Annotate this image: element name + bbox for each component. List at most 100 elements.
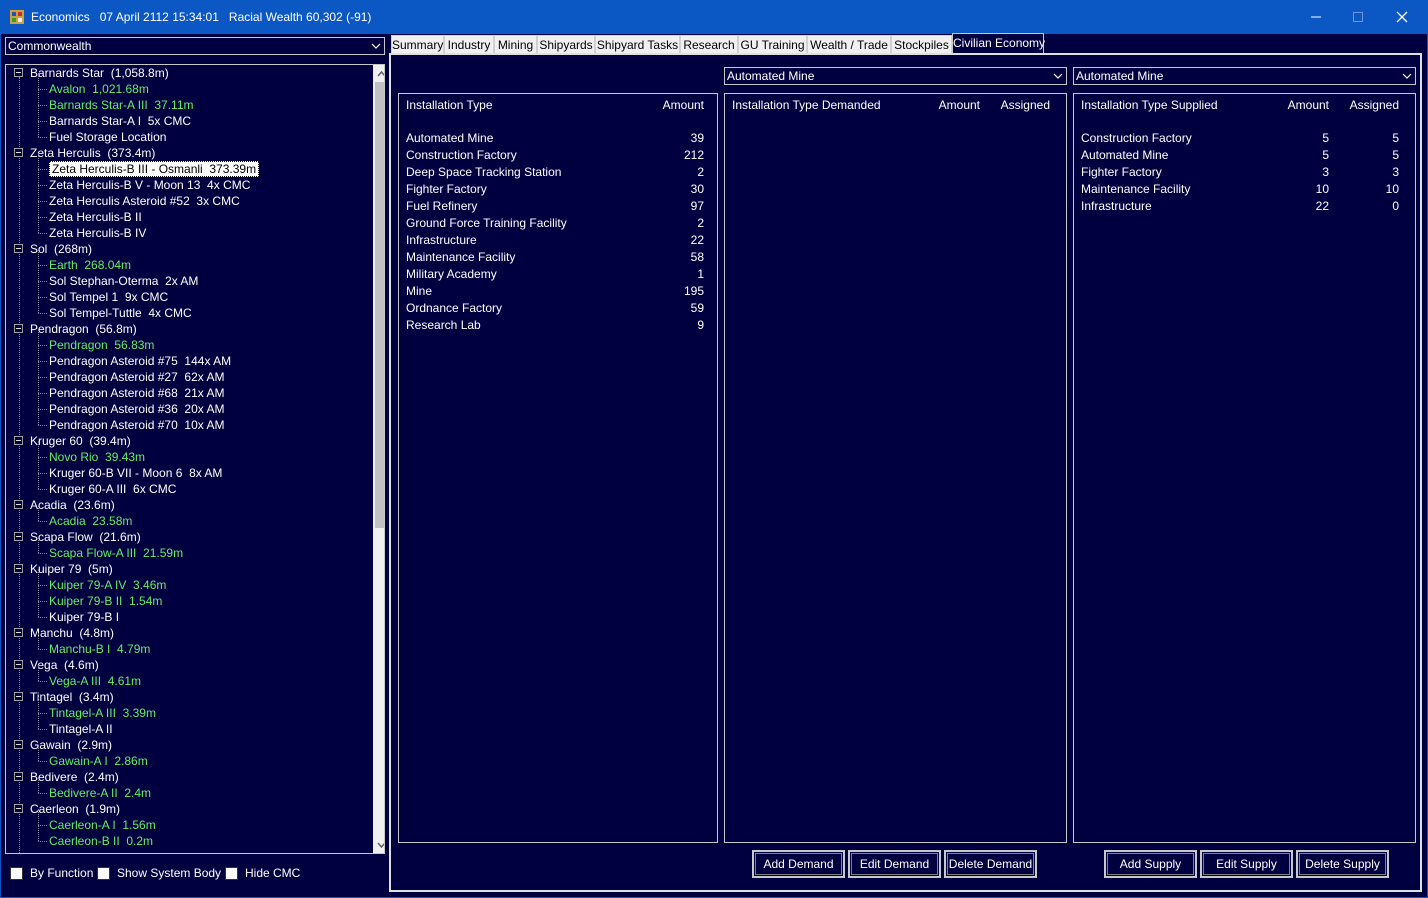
- collapse-icon[interactable]: [14, 532, 23, 541]
- tree-population-node[interactable]: Barnards Star-A III 37.11m: [49, 97, 194, 113]
- supplied-list[interactable]: Installation Type Supplied Amount Assign…: [1073, 93, 1416, 843]
- tab-wealth-trade[interactable]: Wealth / Trade: [807, 35, 891, 54]
- tree-population-node[interactable]: Zeta Herculis Asteroid #52 3x CMC: [49, 193, 240, 209]
- tab-industry[interactable]: Industry: [444, 35, 494, 54]
- collapse-icon[interactable]: [14, 772, 23, 781]
- supply-installation-select[interactable]: Automated Mine: [1073, 67, 1416, 85]
- collapse-icon[interactable]: [14, 692, 23, 701]
- tree-system-node[interactable]: Bedivere (2.4m): [30, 769, 119, 785]
- tree-population-node[interactable]: Novo Rio 39.43m: [49, 449, 145, 465]
- tab-shipyards[interactable]: Shipyards: [537, 35, 595, 54]
- collapse-icon[interactable]: [14, 436, 23, 445]
- close-button[interactable]: [1388, 6, 1416, 28]
- show-system-body-checkbox[interactable]: [97, 866, 110, 880]
- collapse-icon[interactable]: [14, 324, 23, 333]
- tree-population-node[interactable]: Gawain-A I 2.86m: [49, 753, 148, 769]
- by-function-checkbox[interactable]: [10, 866, 23, 880]
- tree-scrollbar[interactable]: [373, 65, 384, 853]
- add-supply-button[interactable]: Add Supply: [1104, 850, 1197, 878]
- tree-system-node[interactable]: Tintagel (3.4m): [30, 689, 114, 705]
- tree-population-node[interactable]: Zeta Herculis-B V - Moon 13 4x CMC: [49, 177, 250, 193]
- tab-civilian-economy[interactable]: Civilian Economy: [952, 33, 1045, 55]
- collapse-icon[interactable]: [14, 500, 23, 509]
- tree-population-node[interactable]: Manchu-B I 4.79m: [49, 641, 150, 657]
- tree-population-node[interactable]: Pendragon Asteroid #68 21x AM: [49, 385, 224, 401]
- tree-system-node[interactable]: Gawain (2.9m): [30, 737, 112, 753]
- collapse-icon[interactable]: [14, 660, 23, 669]
- tree-population-node[interactable]: Sol Tempel-Tuttle 4x CMC: [49, 305, 192, 321]
- tree-system-node[interactable]: Pendragon (56.8m): [30, 321, 137, 337]
- tree-system-node[interactable]: Caerleon (1.9m): [30, 801, 120, 817]
- minimize-button[interactable]: [1302, 6, 1330, 28]
- delete-demand-button[interactable]: Delete Demand: [944, 850, 1037, 878]
- race-select[interactable]: Commonwealth: [5, 37, 385, 55]
- tree-population-node[interactable]: Acadia 23.58m: [49, 513, 132, 529]
- tree-connector: [38, 713, 39, 729]
- tree-population-node[interactable]: Kruger 60-B VII - Moon 6 8x AM: [49, 465, 222, 481]
- tree-population-node[interactable]: Kruger 60-A III 6x CMC: [49, 481, 176, 497]
- collapse-icon[interactable]: [14, 148, 23, 157]
- show-system-body-option[interactable]: Show System Body: [97, 866, 221, 880]
- tree-population-node[interactable]: Zeta Herculis-B IV: [49, 225, 146, 241]
- tree-system-node[interactable]: Scapa Flow (21.6m): [30, 529, 141, 545]
- scrollbar-thumb[interactable]: [375, 82, 384, 528]
- tree-population-node[interactable]: Zeta Herculis-B III - Osmanli 373.39m: [49, 161, 260, 177]
- tab-summary[interactable]: Summary: [391, 35, 444, 54]
- tree-population-node[interactable]: Pendragon Asteroid #70 10x AM: [49, 417, 224, 433]
- tree-population-node[interactable]: Earth 268.04m: [49, 257, 131, 273]
- edit-demand-button[interactable]: Edit Demand: [848, 850, 941, 878]
- tab-mining[interactable]: Mining: [494, 35, 537, 54]
- add-demand-button[interactable]: Add Demand: [752, 850, 845, 878]
- by-function-option[interactable]: By Function: [10, 866, 93, 880]
- tree-system-node[interactable]: Barnards Star (1,058.8m): [30, 65, 169, 81]
- collapse-icon[interactable]: [14, 564, 23, 573]
- tree-system-node[interactable]: Kruger 60 (39.4m): [30, 433, 131, 449]
- tree-population-node[interactable]: Caerleon-B II 0.2m: [49, 833, 153, 849]
- scroll-down-icon[interactable]: [373, 836, 384, 853]
- tree-population-node[interactable]: Pendragon Asteroid #75 144x AM: [49, 353, 231, 369]
- tree-system-node[interactable]: Acadia (23.6m): [30, 497, 115, 513]
- tree-population-node[interactable]: Bedivere-A II 2.4m: [49, 785, 151, 801]
- tree-population-node[interactable]: Scapa Flow-A III 21.59m: [49, 545, 183, 561]
- tab-research[interactable]: Research: [680, 35, 738, 54]
- tree-population-node[interactable]: Tintagel-A III 3.39m: [49, 705, 156, 721]
- tree-system-node[interactable]: Vega (4.6m): [30, 657, 99, 673]
- collapse-icon[interactable]: [14, 804, 23, 813]
- scroll-up-icon[interactable]: [373, 65, 384, 82]
- tree-population-node[interactable]: Sol Tempel 1 9x CMC: [49, 289, 168, 305]
- collapse-icon[interactable]: [14, 740, 23, 749]
- collapse-icon[interactable]: [14, 628, 23, 637]
- collapse-icon[interactable]: [14, 244, 23, 253]
- tree-population-node[interactable]: Tintagel-A II: [49, 721, 113, 737]
- tree-population-node[interactable]: Zeta Herculis-B II: [49, 209, 142, 225]
- tab-shipyard-tasks[interactable]: Shipyard Tasks: [595, 35, 680, 54]
- collapse-icon[interactable]: [14, 68, 23, 77]
- tree-population-node[interactable]: Caerleon-A I 1.56m: [49, 817, 156, 833]
- hide-cmc-option[interactable]: Hide CMC: [225, 866, 300, 880]
- tree-population-node[interactable]: Kuiper 79-B I: [49, 609, 119, 625]
- tree-system-node[interactable]: Sol (268m): [30, 241, 92, 257]
- tab-stockpiles[interactable]: Stockpiles: [891, 35, 952, 54]
- maximize-button[interactable]: [1344, 6, 1372, 28]
- tree-population-node[interactable]: Sol Stephan-Oterma 2x AM: [49, 273, 198, 289]
- tree-population-node[interactable]: Kuiper 79-A IV 3.46m: [49, 577, 166, 593]
- tree-population-node[interactable]: Pendragon Asteroid #36 20x AM: [49, 401, 224, 417]
- demanded-list[interactable]: Installation Type Demanded Amount Assign…: [724, 93, 1067, 843]
- tree-population-node[interactable]: Pendragon 56.83m: [49, 337, 154, 353]
- population-tree[interactable]: Barnards Star (1,058.8m) Avalon 1,021.68m…: [5, 64, 385, 854]
- tab-gu-training[interactable]: GU Training: [738, 35, 807, 54]
- demand-installation-select[interactable]: Automated Mine: [724, 67, 1067, 85]
- tree-system-node[interactable]: Manchu (4.8m): [30, 625, 114, 641]
- tree-population-node[interactable]: Vega-A III 4.61m: [49, 673, 141, 689]
- hide-cmc-checkbox[interactable]: [225, 866, 238, 880]
- installations-list[interactable]: Installation Type Amount Automated Mine 3…: [398, 93, 718, 843]
- delete-supply-button[interactable]: Delete Supply: [1296, 850, 1389, 878]
- tree-population-node[interactable]: Avalon 1,021.68m: [49, 81, 149, 97]
- tree-population-node[interactable]: Fuel Storage Location: [49, 129, 166, 145]
- tree-population-node[interactable]: Barnards Star-A I 5x CMC: [49, 113, 191, 129]
- edit-supply-button[interactable]: Edit Supply: [1200, 850, 1293, 878]
- tree-system-node[interactable]: Kuiper 79 (5m): [30, 561, 113, 577]
- tree-system-node[interactable]: Zeta Herculis (373.4m): [30, 145, 155, 161]
- tree-population-node[interactable]: Pendragon Asteroid #27 62x AM: [49, 369, 224, 385]
- tree-population-node[interactable]: Kuiper 79-B II 1.54m: [49, 593, 162, 609]
